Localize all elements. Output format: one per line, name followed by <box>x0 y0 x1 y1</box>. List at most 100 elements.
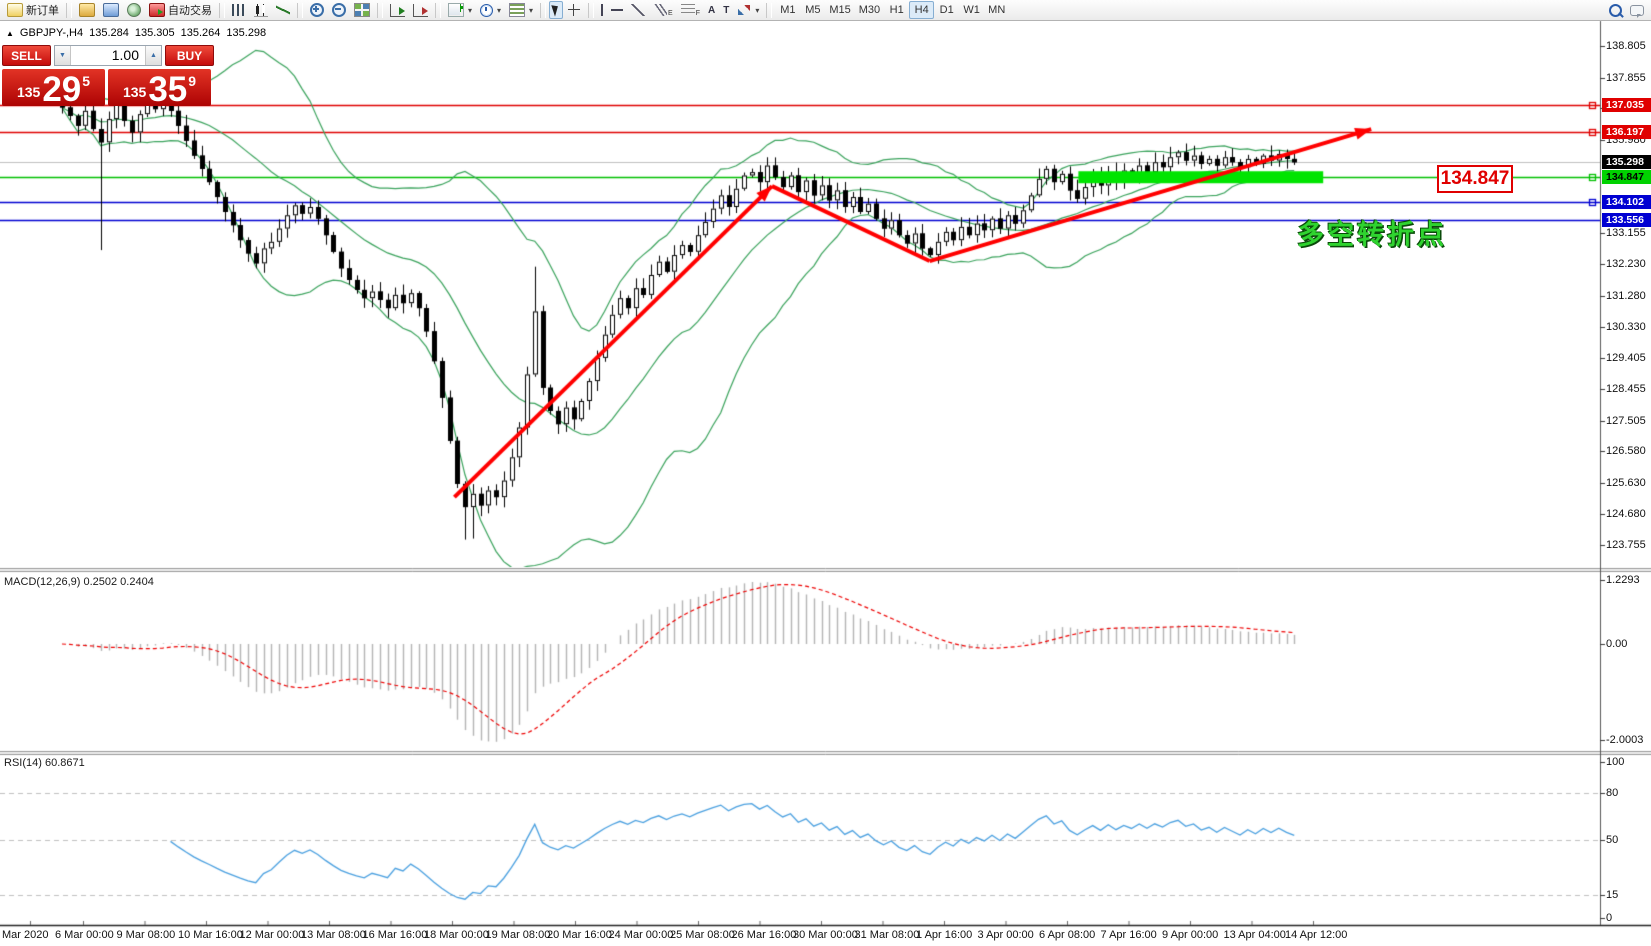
toolbar-separator <box>588 3 594 18</box>
ask-price-sup: 9 <box>188 73 196 89</box>
data-window-button[interactable] <box>99 1 123 19</box>
chart-shift-icon <box>390 4 405 17</box>
quote-close: 135.298 <box>226 27 266 39</box>
toolbar-separator <box>435 3 441 18</box>
vertical-line-icon <box>601 4 603 16</box>
volume-increase-button[interactable]: ▲ <box>145 46 161 65</box>
search-button[interactable] <box>1605 1 1626 19</box>
bid-price-box[interactable]: 135 29 5 <box>2 69 105 106</box>
timeframe-button-m15[interactable]: M15 <box>825 1 854 19</box>
new-order-button[interactable]: 新订单 <box>3 1 63 19</box>
market-watch-button[interactable] <box>75 1 99 19</box>
bid-price-big: 29 <box>42 76 81 105</box>
chart-shift-button[interactable] <box>386 1 409 19</box>
chat-icon <box>1630 5 1644 16</box>
tile-windows-button[interactable] <box>350 1 374 19</box>
line-chart-button[interactable] <box>272 1 294 19</box>
buy-button[interactable]: BUY <box>165 45 214 66</box>
auto-scroll-icon <box>413 4 428 17</box>
timeframe-button-m30[interactable]: M30 <box>855 1 884 19</box>
crosshair-tool-button[interactable] <box>563 1 585 19</box>
horizontal-line-tool-button[interactable] <box>607 1 627 19</box>
new-order-icon <box>7 3 23 17</box>
data-window-icon <box>103 3 119 17</box>
volume-decrease-button[interactable]: ▼ <box>55 46 71 65</box>
toolbar-separator <box>540 3 546 18</box>
dropdown-caret-icon: ▾ <box>529 6 533 15</box>
arrows-tool-button[interactable]: ▾ <box>733 1 763 19</box>
ask-price-box[interactable]: 135 35 9 <box>108 69 211 106</box>
text-label-tool-icon: T <box>723 5 729 16</box>
template-button[interactable]: ▾ <box>505 1 537 19</box>
cursor-icon <box>551 3 560 16</box>
channel-icon <box>653 4 667 16</box>
vertical-line-tool-button[interactable] <box>597 1 607 19</box>
volume-input[interactable]: 1.00 <box>71 46 145 65</box>
turning-point-annotation[interactable]: 多空转折点 <box>1297 213 1447 252</box>
channel-tool-button[interactable]: E <box>649 1 677 19</box>
timeframe-button-h4[interactable]: H4 <box>909 1 934 19</box>
expander-triangle-icon[interactable]: ▲ <box>6 29 14 38</box>
template-icon <box>509 3 525 17</box>
timeframe-button-h1[interactable]: H1 <box>884 1 909 19</box>
timeframe-button-d1[interactable]: D1 <box>934 1 959 19</box>
autotrading-icon <box>149 3 165 17</box>
navigator-button[interactable] <box>123 1 145 19</box>
level-price-annotation[interactable]: 134.847 <box>1437 165 1513 193</box>
fibonacci-tool-button[interactable]: F <box>677 1 704 19</box>
navigator-icon <box>127 3 141 17</box>
arrows-icon <box>737 4 751 16</box>
toolbar-separator <box>377 3 383 18</box>
quote-low: 135.264 <box>181 27 221 39</box>
text-tool-button[interactable]: A <box>704 1 719 19</box>
crosshair-icon <box>567 4 581 16</box>
timeframe-button-mn[interactable]: MN <box>984 1 1009 19</box>
one-click-trading-panel: SELL ▼ 1.00 ▲ BUY 135 29 5 135 35 9 <box>2 45 214 106</box>
toolbar-separator <box>219 3 225 18</box>
trendline-icon <box>631 4 645 16</box>
chart-canvas[interactable] <box>0 0 1651 946</box>
zoom-in-icon <box>310 3 324 17</box>
bid-price-prefix: 135 <box>17 84 40 100</box>
line-chart-icon <box>276 4 290 16</box>
toolbar-separator <box>66 3 72 18</box>
add-indicator-icon <box>448 3 464 17</box>
cursor-tool-button[interactable] <box>549 1 563 19</box>
market-watch-icon <box>79 3 95 17</box>
bar-chart-button[interactable] <box>228 1 250 19</box>
add-indicator-button[interactable]: ▾ <box>444 1 476 19</box>
text-label-tool-button[interactable]: T <box>719 1 733 19</box>
trendline-tool-button[interactable] <box>627 1 649 19</box>
dropdown-caret-icon: ▾ <box>468 6 472 15</box>
bid-price-sup: 5 <box>82 73 90 89</box>
bar-chart-icon <box>232 4 246 16</box>
candlestick-chart-button[interactable] <box>250 1 272 19</box>
dropdown-caret-icon: ▾ <box>755 6 759 15</box>
zoom-in-button[interactable] <box>306 1 328 19</box>
autotrading-label: 自动交易 <box>168 2 212 18</box>
ask-price-prefix: 135 <box>123 84 146 100</box>
timeframe-button-w1[interactable]: W1 <box>959 1 984 19</box>
autotrading-button[interactable]: 自动交易 <box>145 1 216 19</box>
period-button[interactable]: ▾ <box>476 1 505 19</box>
candlestick-chart-icon <box>254 4 268 17</box>
rsi-label: RSI(14) 60.8671 <box>4 757 85 769</box>
zoom-out-button[interactable] <box>328 1 350 19</box>
sell-button[interactable]: SELL <box>2 45 51 66</box>
volume-spinner: ▼ 1.00 ▲ <box>54 45 162 66</box>
horizontal-line-icon <box>611 9 623 11</box>
quote-open: 135.284 <box>89 27 129 39</box>
fibonacci-letter: F <box>696 10 700 17</box>
ask-price-big: 35 <box>148 76 187 105</box>
chat-button[interactable] <box>1626 1 1648 19</box>
timeframe-button-m5[interactable]: M5 <box>800 1 825 19</box>
quote-high: 135.305 <box>135 27 175 39</box>
fibonacci-icon <box>681 4 695 16</box>
timeframe-button-m1[interactable]: M1 <box>775 1 800 19</box>
dropdown-caret-icon: ▾ <box>497 6 501 15</box>
auto-scroll-button[interactable] <box>409 1 432 19</box>
text-tool-icon: A <box>708 5 715 16</box>
symbol-info-bar: ▲ GBPJPY-,H4 135.284 135.305 135.264 135… <box>6 27 266 39</box>
main-toolbar: 新订单 自动交易 ▾ ▾ ▾ E F A T <box>0 0 1651 21</box>
macd-label: MACD(12,26,9) 0.2502 0.2404 <box>4 576 154 588</box>
